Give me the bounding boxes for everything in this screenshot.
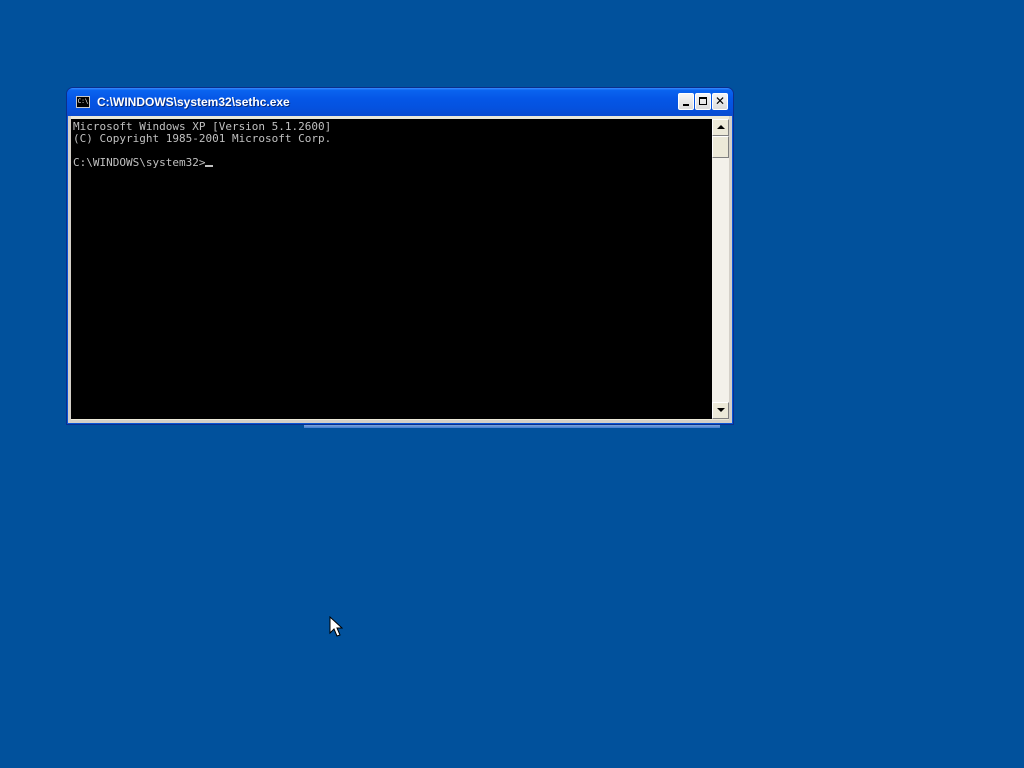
mouse-pointer-icon — [329, 616, 343, 637]
text-cursor — [205, 165, 214, 167]
minimize-button[interactable] — [678, 93, 694, 110]
minimize-icon — [683, 104, 689, 106]
close-button[interactable]: ✕ — [712, 93, 728, 110]
console-icon[interactable]: C:\ — [76, 96, 90, 108]
maximize-button[interactable] — [695, 93, 711, 110]
scroll-thumb[interactable] — [712, 136, 729, 158]
scroll-down-button[interactable] — [712, 402, 729, 419]
window-title: C:\WINDOWS\system32\sethc.exe — [97, 95, 290, 109]
command-prompt: C:\WINDOWS\system32> — [73, 156, 206, 169]
maximize-icon — [699, 97, 707, 105]
console-output[interactable]: Microsoft Windows XP [Version 5.1.2600] … — [71, 119, 712, 419]
arrow-down-icon — [717, 408, 725, 412]
window-shadow-strip — [304, 425, 720, 428]
vertical-scrollbar[interactable] — [712, 119, 729, 419]
close-icon: ✕ — [714, 94, 726, 108]
console-line: (C) Copyright 1985-2001 Microsoft Corp. — [73, 132, 332, 145]
arrow-up-icon — [717, 125, 725, 129]
console-window[interactable]: C:\ C:\WINDOWS\system32\sethc.exe ✕ Micr… — [66, 87, 734, 425]
title-bar[interactable]: C:\ C:\WINDOWS\system32\sethc.exe ✕ — [67, 88, 733, 116]
command-prompt-line: C:\WINDOWS\system32> — [73, 156, 214, 169]
scroll-up-button[interactable] — [712, 119, 729, 136]
